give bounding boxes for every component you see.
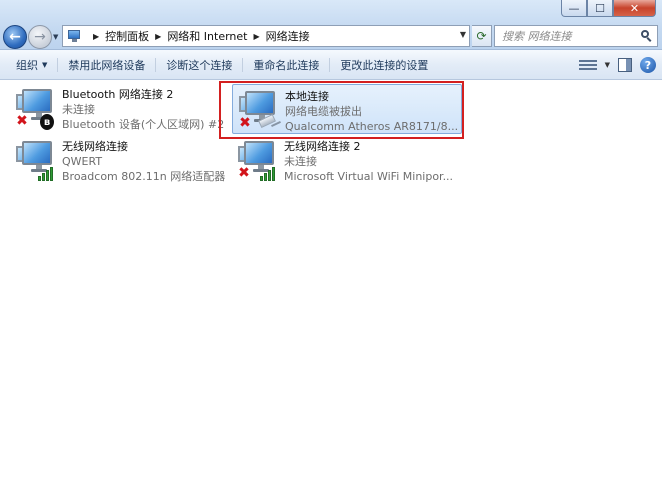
disconnected-x-icon: ✖ <box>238 165 250 181</box>
recent-pages-dropdown[interactable]: ▼ <box>53 33 58 41</box>
breadcrumb-separator[interactable]: ▶ <box>93 32 99 41</box>
connection-device: Qualcomm Atheros AR8171/8... <box>285 120 459 133</box>
search-icon[interactable] <box>641 30 652 42</box>
breadcrumb-separator[interactable]: ▶ <box>155 32 161 41</box>
diagnose-connection-button[interactable]: 诊断这个连接 <box>158 53 240 77</box>
connection-item-wireless[interactable]: 无线网络连接 QWERT Broadcom 802.11n 网络适配器 <box>10 135 240 185</box>
organize-menu[interactable]: 组织 ▼ <box>8 53 55 77</box>
disconnected-x-icon: ✖ <box>239 115 251 131</box>
connections-list: ✖ ʙ Bluetooth 网络连接 2 未连接 Bluetooth 设备(个人… <box>0 81 662 497</box>
preview-pane-icon[interactable] <box>618 58 632 72</box>
organize-label: 组织 <box>16 58 38 72</box>
disconnected-x-icon: ✖ <box>16 113 28 129</box>
connection-item-wireless-2[interactable]: ✖ 无线网络连接 2 未连接 Microsoft Virtual WiFi Mi… <box>232 135 462 185</box>
network-adapter-icon: ✖ <box>239 89 285 133</box>
control-panel-icon <box>67 29 83 43</box>
title-bar: — ☐ ✕ ← → ▼ ▶ 控制面板 ▶ 网络和 Internet ▶ 网络连接… <box>0 0 662 50</box>
search-box[interactable] <box>494 25 658 47</box>
bluetooth-icon: ʙ <box>40 114 54 130</box>
network-adapter-icon <box>16 139 62 183</box>
close-button[interactable]: ✕ <box>613 0 656 17</box>
back-button[interactable]: ← <box>3 25 27 49</box>
search-input[interactable] <box>502 29 632 43</box>
breadcrumb-separator[interactable]: ▶ <box>254 32 260 41</box>
address-dropdown-icon[interactable]: ▼ <box>460 30 466 39</box>
change-view-icon[interactable] <box>578 58 597 72</box>
connection-name: Bluetooth 网络连接 2 <box>62 88 174 101</box>
connection-item-bluetooth[interactable]: ✖ ʙ Bluetooth 网络连接 2 未连接 Bluetooth 设备(个人… <box>10 83 240 133</box>
change-settings-button[interactable]: 更改此连接的设置 <box>332 53 436 77</box>
command-bar: 组织 ▼ 禁用此网络设备 诊断这个连接 重命名此连接 更改此连接的设置 ▼ ? <box>0 50 662 80</box>
connection-status: 未连接 <box>62 103 95 116</box>
toolbar-divider <box>329 57 331 72</box>
wifi-signal-icon <box>260 167 278 181</box>
forward-button[interactable]: → <box>28 25 52 49</box>
connection-device: Bluetooth 设备(个人区域网) #2 <box>62 118 225 131</box>
address-bar[interactable]: ▶ 控制面板 ▶ 网络和 Internet ▶ 网络连接 ▼ <box>62 25 470 47</box>
disable-device-button[interactable]: 禁用此网络设备 <box>60 53 153 77</box>
toolbar-divider <box>242 57 244 72</box>
chevron-down-icon: ▼ <box>42 60 48 69</box>
window-controls: — ☐ ✕ <box>561 0 656 17</box>
connection-item-local[interactable]: ✖ 本地连接 网络电缆被拔出 Qualcomm Atheros AR8171/8… <box>232 84 462 134</box>
view-tools: ▼ ? <box>578 53 656 77</box>
toolbar-divider <box>57 57 59 72</box>
network-connections-window: — ☐ ✕ ← → ▼ ▶ 控制面板 ▶ 网络和 Internet ▶ 网络连接… <box>0 0 662 497</box>
rename-connection-button[interactable]: 重命名此连接 <box>245 53 327 77</box>
view-options-dropdown[interactable]: ▼ <box>605 61 610 69</box>
connection-status: 未连接 <box>284 155 317 168</box>
toolbar-divider <box>155 57 157 72</box>
breadcrumb-network-internet[interactable]: 网络和 Internet <box>167 28 247 44</box>
network-cable-icon <box>257 113 281 129</box>
refresh-button[interactable]: ⟳ <box>472 25 492 47</box>
connection-device: Microsoft Virtual WiFi Minipor... <box>284 170 454 183</box>
breadcrumb-network-connections[interactable]: 网络连接 <box>266 28 310 44</box>
connection-status: 网络电缆被拔出 <box>285 105 362 118</box>
help-icon[interactable]: ? <box>640 57 656 73</box>
connection-name: 无线网络连接 <box>62 140 128 153</box>
minimize-button[interactable]: — <box>561 0 587 17</box>
maximize-button[interactable]: ☐ <box>587 0 613 17</box>
connection-name: 无线网络连接 2 <box>284 140 361 153</box>
connection-name: 本地连接 <box>285 90 329 103</box>
wifi-signal-icon <box>38 167 56 181</box>
connection-status: QWERT <box>62 155 103 168</box>
network-adapter-icon: ✖ <box>238 139 284 183</box>
connection-device: Broadcom 802.11n 网络适配器 <box>62 170 226 183</box>
breadcrumb-control-panel[interactable]: 控制面板 <box>105 28 149 44</box>
network-adapter-icon: ✖ ʙ <box>16 87 62 131</box>
